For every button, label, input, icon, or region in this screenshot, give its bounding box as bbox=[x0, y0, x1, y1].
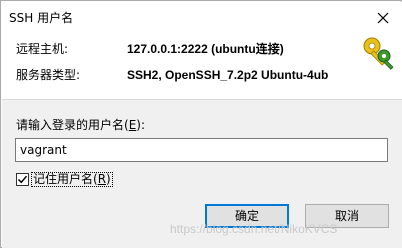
server-type-row: 服务器类型: SSH2, OpenSSH_7.2p2 Ubuntu-4ub bbox=[16, 66, 328, 83]
window-title: SSH 用户名 bbox=[9, 11, 74, 25]
check-icon bbox=[17, 175, 28, 184]
username-input[interactable] bbox=[15, 138, 388, 162]
server-type-label: 服务器类型: bbox=[16, 68, 81, 82]
ssh-username-dialog: SSH 用户名 远程主机: 127.0.0.1:2222 (ubuntu连接) 服… bbox=[0, 0, 402, 248]
connection-info: 远程主机: 127.0.0.1:2222 (ubuntu连接) 服务器类型: SSH… bbox=[2, 32, 402, 99]
remember-username-label: 记住用户名(R) bbox=[31, 172, 113, 187]
watermark: https://blog.csdn.net/NikoKVCS bbox=[170, 222, 338, 236]
host-row: 远程主机: 127.0.0.1:2222 (ubuntu连接) bbox=[16, 40, 284, 57]
dialog-body: 请输入登录的用户名(E): 记住用户名(R) 确定 取消 https://blo… bbox=[2, 100, 402, 248]
checkbox-box[interactable] bbox=[16, 173, 29, 186]
keys-icon bbox=[363, 37, 394, 70]
host-label: 远程主机: bbox=[16, 42, 69, 56]
close-icon[interactable] bbox=[373, 8, 393, 28]
host-value: 127.0.0.1:2222 (ubuntu连接) bbox=[127, 42, 284, 56]
title-bar: SSH 用户名 bbox=[2, 2, 402, 32]
server-type-value: SSH2, OpenSSH_7.2p2 Ubuntu-4ub bbox=[127, 68, 329, 82]
username-prompt: 请输入登录的用户名(E): bbox=[16, 118, 146, 132]
